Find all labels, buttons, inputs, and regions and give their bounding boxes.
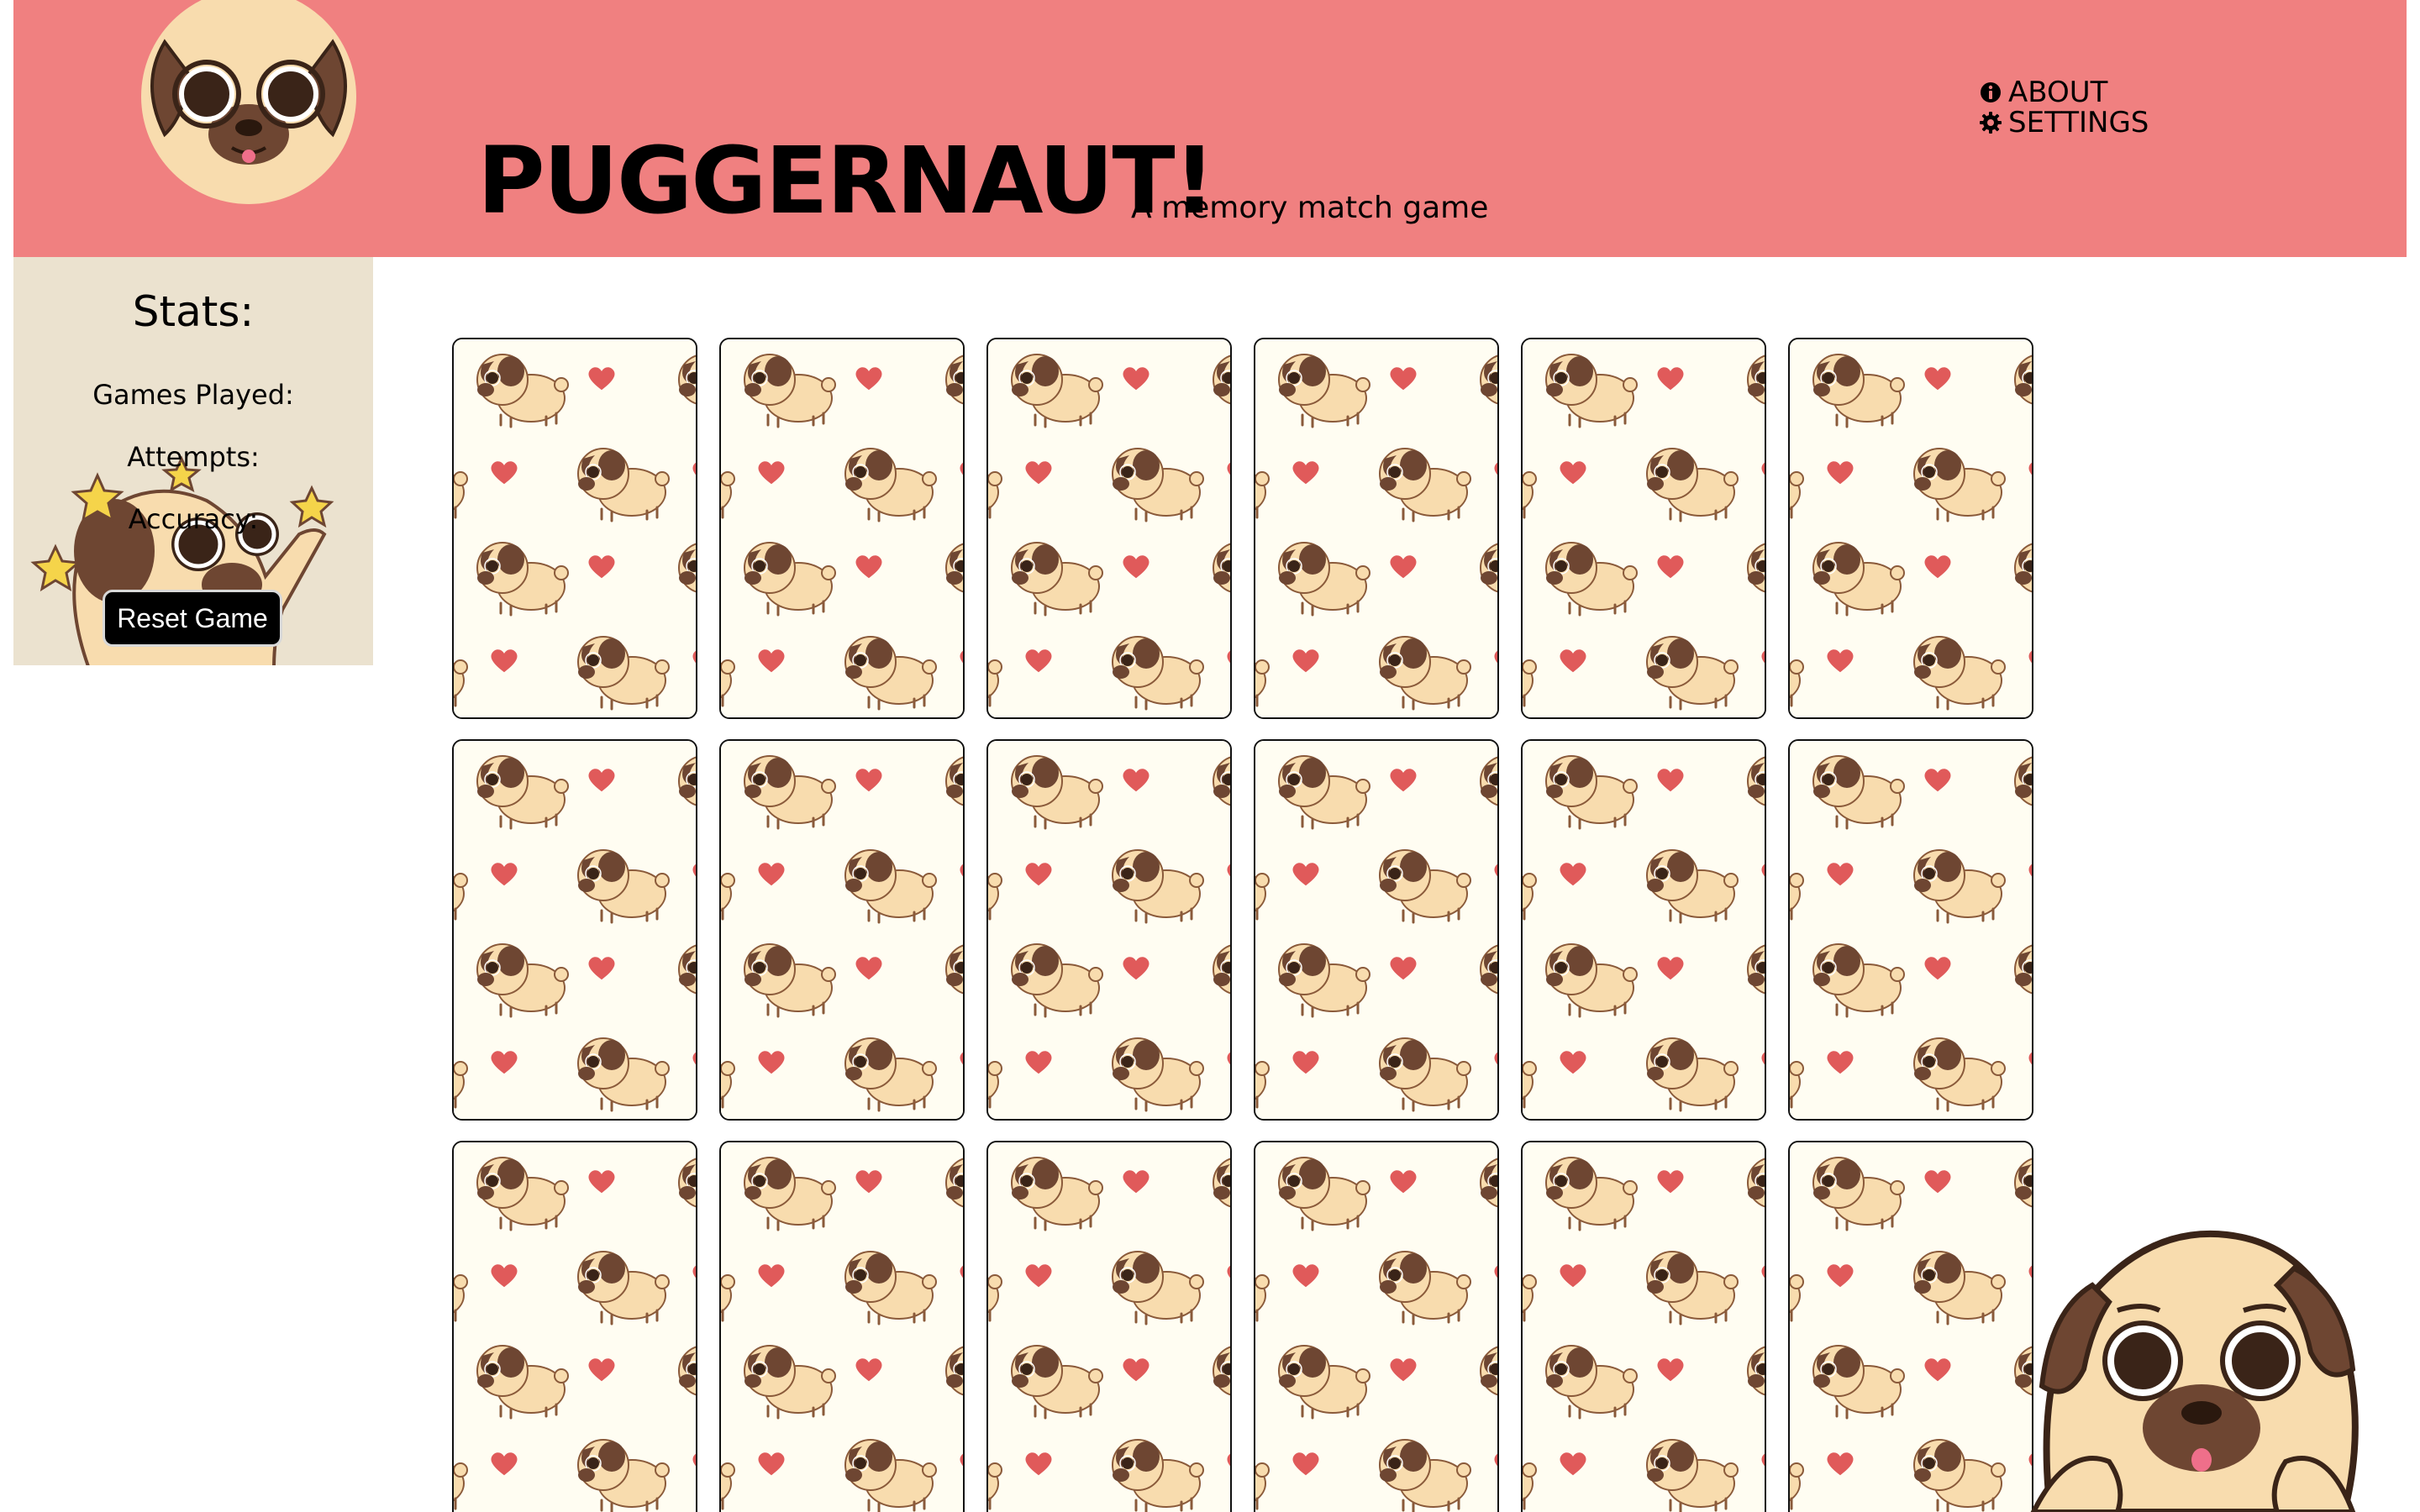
card-back-pattern <box>454 1142 696 1512</box>
nav-about-label: ABOUT <box>2008 76 2108 109</box>
card-back-pattern <box>721 741 963 1119</box>
memory-card[interactable] <box>986 1141 1232 1512</box>
card-back-pattern <box>1790 339 2032 717</box>
memory-card[interactable] <box>1788 1141 2033 1512</box>
accuracy-label: Accuracy: <box>128 503 259 535</box>
card-back-pattern <box>1255 741 1497 1119</box>
nav-settings-link[interactable]: SETTINGS <box>1980 108 2149 138</box>
memory-card[interactable] <box>452 338 697 719</box>
card-back-pattern <box>1255 1142 1497 1512</box>
header: PUGGERNAUT! A memory match game ABOUT SE… <box>13 0 2407 257</box>
pug-peeking-icon <box>2030 1230 2359 1512</box>
card-back-pattern <box>721 339 963 717</box>
card-back-pattern <box>1255 339 1497 717</box>
card-back-pattern <box>1523 741 1765 1119</box>
memory-card[interactable] <box>986 739 1232 1121</box>
page-subtitle: A memory match game <box>1131 191 1489 225</box>
card-back-pattern <box>988 1142 1230 1512</box>
page-title: PUGGERNAUT! <box>477 127 1216 234</box>
memory-card[interactable] <box>452 739 697 1121</box>
memory-card[interactable] <box>452 1141 697 1512</box>
memory-card[interactable] <box>1521 1141 1766 1512</box>
card-back-pattern <box>988 339 1230 717</box>
pug-face-icon <box>131 0 366 210</box>
card-back-pattern <box>454 339 696 717</box>
card-board <box>452 338 2037 1512</box>
memory-card[interactable] <box>1521 338 1766 719</box>
card-back-pattern <box>721 1142 963 1512</box>
info-circle-icon <box>1981 82 2001 102</box>
card-back-pattern <box>454 741 696 1119</box>
gear-icon <box>1980 112 2002 134</box>
games-played-label: Games Played: <box>92 379 294 411</box>
card-back-pattern <box>988 741 1230 1119</box>
memory-card[interactable] <box>986 338 1232 719</box>
stats-title: Stats: <box>132 287 255 336</box>
memory-card[interactable] <box>1254 739 1499 1121</box>
reset-game-button[interactable]: Reset Game <box>103 590 282 647</box>
memory-card[interactable] <box>1254 1141 1499 1512</box>
nav-about-link[interactable]: ABOUT <box>1980 77 2149 108</box>
memory-card[interactable] <box>719 1141 965 1512</box>
memory-card[interactable] <box>1788 338 2033 719</box>
card-back-pattern <box>1790 741 2032 1119</box>
card-back-pattern <box>1523 339 1765 717</box>
stats-panel: Stats: Games Played: Attempts: Accuracy:… <box>13 257 373 665</box>
header-nav: ABOUT SETTINGS <box>1980 77 2149 138</box>
card-back-pattern <box>1790 1142 2032 1512</box>
memory-card[interactable] <box>719 338 965 719</box>
memory-card[interactable] <box>1788 739 2033 1121</box>
memory-card[interactable] <box>1254 338 1499 719</box>
card-back-pattern <box>1523 1142 1765 1512</box>
nav-settings-label: SETTINGS <box>2008 106 2149 139</box>
memory-card[interactable] <box>1521 739 1766 1121</box>
memory-card[interactable] <box>719 739 965 1121</box>
attempts-label: Attempts: <box>127 441 260 473</box>
